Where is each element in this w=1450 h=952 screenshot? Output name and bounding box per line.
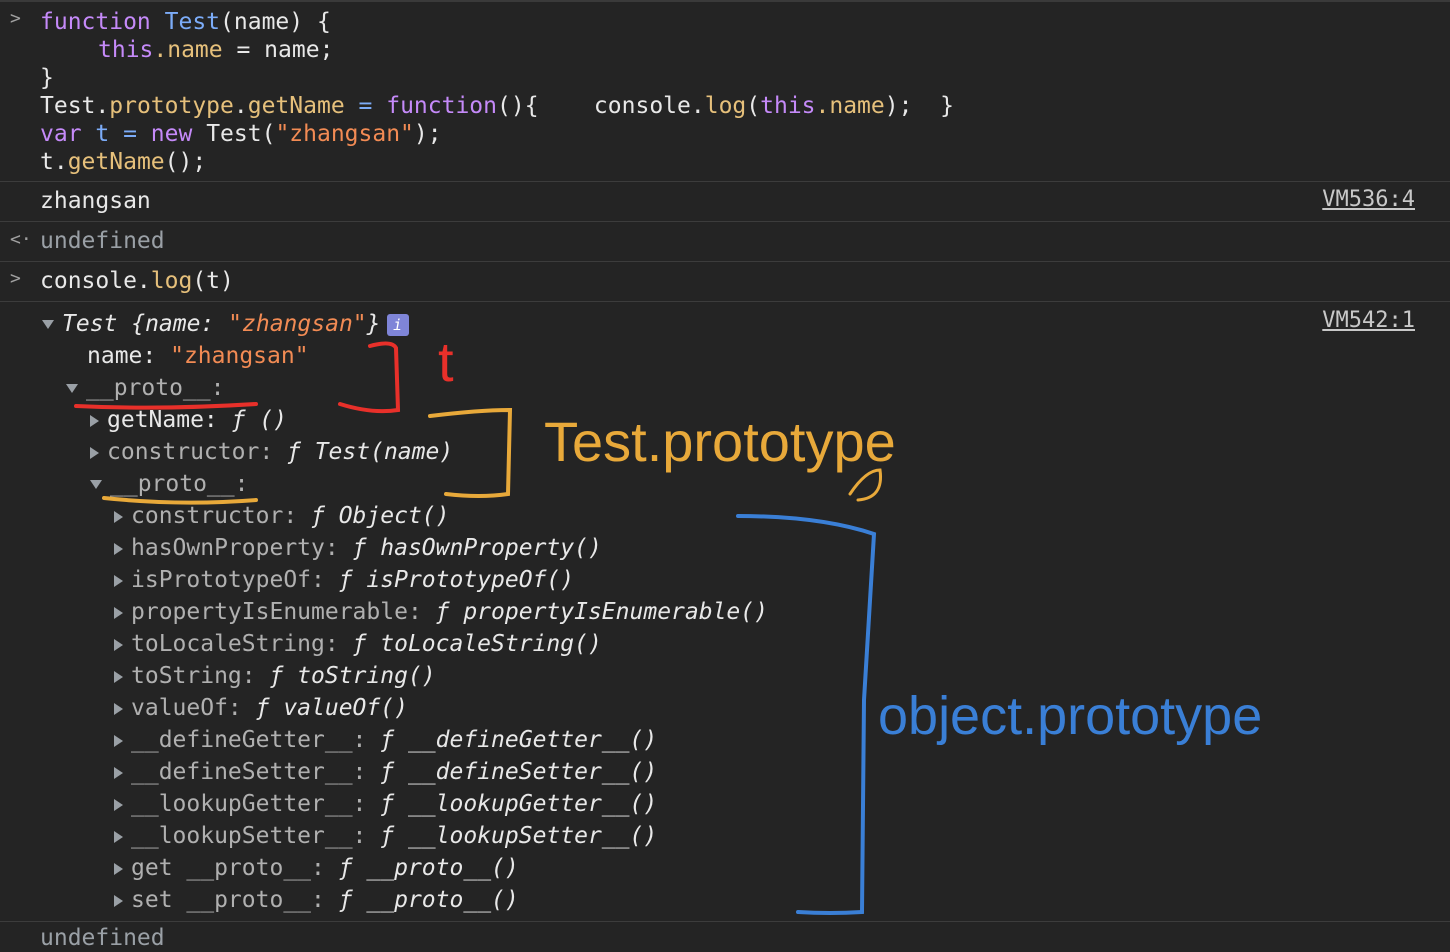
red-underline [74, 402, 258, 410]
test-prototype-annotation: Test.prototype [544, 410, 896, 473]
orange-bracket [428, 407, 513, 498]
blue-bracket [736, 514, 877, 915]
t-annotation: t [438, 330, 454, 393]
orange-underline [102, 496, 258, 505]
red-bracket [338, 341, 401, 414]
orange-scribble [848, 468, 883, 502]
object-prototype-annotation: object.prototype [878, 686, 1263, 746]
